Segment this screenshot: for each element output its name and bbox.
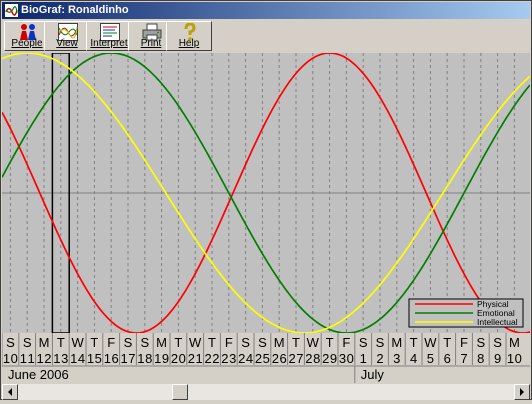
- daynum-label: 25: [255, 351, 270, 366]
- weekday-label: M: [39, 335, 50, 350]
- daynum-label: 22: [205, 351, 220, 366]
- daynum-label: 19: [154, 351, 169, 366]
- daynum-label: 14: [70, 351, 85, 366]
- weekday-label: T: [326, 335, 334, 350]
- daynum-label: 2: [376, 351, 383, 366]
- daynum-label: 8: [477, 351, 484, 366]
- daynum-label: 7: [460, 351, 467, 366]
- biorhythm-chart[interactable]: PhysicalEmotionalIntellectualS10S11M12T1…: [1, 52, 531, 383]
- app-window: BioGraf: Ronaldinho People View Interpre…: [0, 0, 532, 400]
- horizontal-scrollbar[interactable]: [2, 384, 530, 400]
- daynum-label: 20: [171, 351, 186, 366]
- weekday-label: T: [174, 335, 182, 350]
- weekday-label: S: [241, 335, 250, 350]
- weekday-label: S: [6, 335, 15, 350]
- weekday-label: M: [156, 335, 167, 350]
- weekday-label: F: [107, 335, 115, 350]
- daynum-label: 27: [289, 351, 304, 366]
- daynum-label: 16: [104, 351, 119, 366]
- toolbar: People View Interpret Print Help: [2, 19, 530, 54]
- title-bar[interactable]: BioGraf: Ronaldinho: [2, 2, 530, 19]
- weekday-label: M: [509, 335, 520, 350]
- weekday-label: W: [424, 335, 437, 350]
- weekday-label: W: [307, 335, 320, 350]
- scroll-thumb[interactable]: [172, 384, 188, 400]
- weekday-label: S: [258, 335, 267, 350]
- weekday-label: S: [124, 335, 133, 350]
- weekday-label: F: [342, 335, 350, 350]
- weekday-label: F: [225, 335, 233, 350]
- window-title: BioGraf: Ronaldinho: [21, 4, 129, 16]
- daynum-label: 12: [37, 351, 52, 366]
- interpret-label: Interpret: [90, 38, 128, 49]
- daynum-label: 21: [188, 351, 203, 366]
- app-icon: [5, 4, 18, 17]
- daynum-label: 10: [3, 351, 18, 366]
- weekday-label: T: [443, 335, 451, 350]
- weekday-label: M: [274, 335, 285, 350]
- daynum-label: 9: [494, 351, 501, 366]
- weekday-label: T: [57, 335, 65, 350]
- daynum-label: 1: [360, 351, 367, 366]
- biorhythm-chart-area: Physical Emotional Intellectual S 10 S 11 M 12 T 1…: [1, 52, 531, 383]
- legend-label: Intellectual: [477, 317, 518, 327]
- view-label: View: [56, 38, 78, 49]
- daynum-label: 26: [272, 351, 287, 366]
- weekday-label: S: [493, 335, 502, 350]
- daynum-label: 28: [305, 351, 320, 366]
- daynum-label: 18: [137, 351, 152, 366]
- daynum-label: 15: [87, 351, 102, 366]
- help-button[interactable]: Help: [166, 21, 212, 51]
- daynum-label: 4: [410, 351, 417, 366]
- weekday-label: S: [23, 335, 32, 350]
- daynum-label: 29: [322, 351, 337, 366]
- weekday-label: S: [140, 335, 149, 350]
- month-label: July: [361, 367, 385, 382]
- daynum-label: 13: [53, 351, 68, 366]
- weekday-label: T: [208, 335, 216, 350]
- daynum-label: 10: [507, 351, 522, 366]
- month-label: June 2006: [8, 367, 69, 382]
- daynum-label: 23: [221, 351, 236, 366]
- weekday-label: T: [90, 335, 98, 350]
- daynum-label: 11: [20, 351, 35, 366]
- weekday-label: W: [71, 335, 84, 350]
- help-label: Help: [178, 38, 200, 49]
- weekday-label: T: [292, 335, 300, 350]
- daynum-label: 3: [393, 351, 400, 366]
- daynum-label: 17: [121, 351, 136, 366]
- weekday-label: F: [460, 335, 468, 350]
- interpret-button[interactable]: Interpret: [86, 21, 132, 51]
- arrow-left-icon: [8, 388, 12, 396]
- weekday-label: T: [410, 335, 418, 350]
- daynum-label: 30: [339, 351, 354, 366]
- daynum-label: 24: [238, 351, 253, 366]
- weekday-label: W: [189, 335, 202, 350]
- weekday-label: S: [376, 335, 385, 350]
- weekday-label: S: [476, 335, 485, 350]
- view-button[interactable]: View: [44, 21, 90, 51]
- people-label: People: [11, 38, 43, 49]
- scroll-left-button[interactable]: [2, 384, 18, 400]
- daynum-label: 6: [444, 351, 451, 366]
- arrow-right-icon: [520, 388, 524, 396]
- weekday-label: M: [391, 335, 402, 350]
- daynum-label: 5: [427, 351, 434, 366]
- scroll-right-button[interactable]: [514, 384, 530, 400]
- weekday-label: S: [359, 335, 368, 350]
